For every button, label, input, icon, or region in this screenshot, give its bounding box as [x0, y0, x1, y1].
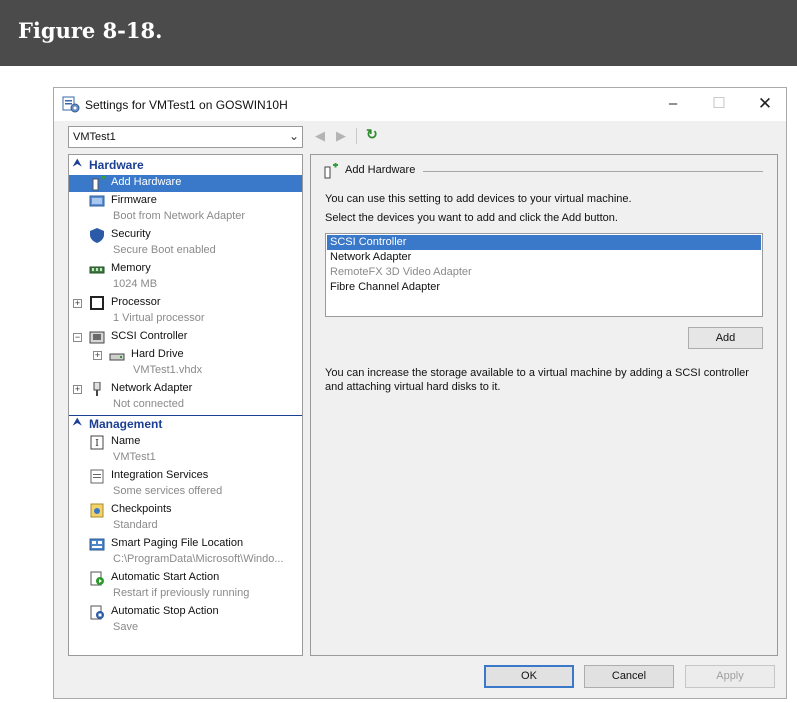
- panel-title-rule: [423, 171, 763, 172]
- tree-item-label: Integration Services: [111, 469, 209, 481]
- hardware-section-header[interactable]: ⮝ Hardware: [69, 157, 302, 174]
- tree-item-network-adapter[interactable]: + Network Adapter Not connected: [69, 381, 302, 414]
- tree-item-detail: 1024 MB: [113, 278, 158, 290]
- tree-item-processor[interactable]: + Processor 1 Virtual processor: [69, 295, 302, 328]
- tree-item-label: Hard Drive: [131, 348, 184, 360]
- auto-stop-icon: [90, 605, 104, 620]
- tree-item-detail: VMTest1.vhdx: [133, 364, 203, 376]
- panel-footnote-text: You can increase the storage available t…: [325, 367, 749, 393]
- add-hardware-icon: [324, 163, 338, 179]
- tree-item-detail: Restart if previously running: [113, 587, 250, 599]
- management-section-header[interactable]: ⮝ Management: [69, 416, 302, 433]
- tree-item-label: Processor: [111, 296, 161, 308]
- expand-icon[interactable]: +: [73, 385, 82, 394]
- tree-item-detail: VMTest1: [113, 451, 156, 463]
- auto-start-icon: [90, 571, 104, 586]
- add-hardware-panel: Add Hardware You can use this setting to…: [310, 154, 778, 656]
- collapse-caret-icon: ⮝: [73, 158, 82, 169]
- tree-item-label: Add Hardware: [111, 176, 182, 188]
- management-section-label: Management: [89, 417, 163, 431]
- tree-item-label: Firmware: [111, 194, 157, 206]
- tree-item-label: Smart Paging File Location: [111, 537, 244, 549]
- tree-item-label: Network Adapter: [111, 382, 193, 394]
- processor-icon: [90, 296, 104, 310]
- network-adapter-icon: [93, 382, 101, 396]
- tree-item-label: Security: [111, 228, 151, 240]
- device-option[interactable]: Fibre Channel Adapter: [327, 280, 761, 295]
- back-arrow-icon[interactable]: ◀: [315, 128, 325, 144]
- add-hardware-icon: [92, 176, 106, 191]
- device-option[interactable]: Network Adapter: [327, 250, 761, 265]
- tree-item-label: SCSI Controller: [111, 330, 188, 342]
- tree-item-detail: C:\ProgramData\Microsoft\Windo...: [113, 553, 284, 565]
- tree-item-detail: 1 Virtual processor: [113, 312, 205, 324]
- expand-icon[interactable]: +: [73, 299, 82, 308]
- tree-item-add-hardware[interactable]: Add Hardware: [69, 175, 302, 192]
- panel-instruction-text: Select the devices you want to add and c…: [325, 212, 618, 224]
- tree-item-firmware[interactable]: Firmware Boot from Network Adapter: [69, 193, 302, 226]
- tree-item-label: Automatic Stop Action: [111, 605, 219, 617]
- tree-item-detail: Not connected: [113, 398, 184, 410]
- maximize-button[interactable]: ☐: [696, 88, 742, 121]
- settings-tree: ⮝ Hardware Add Hardware Firmware Boot fr…: [68, 154, 303, 656]
- collapse-caret-icon: ⮝: [73, 417, 82, 428]
- vm-select-dropdown[interactable]: VMTest1 ⌄: [68, 126, 303, 148]
- minimize-button[interactable]: –: [650, 88, 696, 121]
- tree-item-label: Memory: [111, 262, 151, 274]
- smart-paging-icon: [89, 538, 105, 551]
- cancel-button[interactable]: Cancel: [584, 665, 674, 688]
- window-title: Settings for VMTest1 on GOSWIN10H: [85, 98, 288, 112]
- tree-item-detail: Standard: [113, 519, 158, 531]
- device-option[interactable]: SCSI Controller: [327, 235, 761, 250]
- memory-icon: [89, 266, 105, 274]
- tree-item-detail: Boot from Network Adapter: [113, 210, 246, 222]
- collapse-icon[interactable]: −: [73, 333, 82, 342]
- checkpoints-icon: [90, 503, 104, 518]
- tree-item-checkpoints[interactable]: Checkpoints Standard: [69, 502, 302, 535]
- figure-banner: Figure 8-18.: [0, 0, 797, 66]
- tree-item-automatic-start-action[interactable]: Automatic Start Action Restart if previo…: [69, 570, 302, 603]
- name-icon: I: [90, 435, 104, 450]
- tree-item-hard-drive[interactable]: + Hard Drive VMTest1.vhdx: [69, 347, 302, 380]
- integration-services-icon: [90, 469, 104, 484]
- tree-item-security[interactable]: Security Secure Boot enabled: [69, 227, 302, 260]
- forward-arrow-icon[interactable]: ▶: [336, 128, 346, 144]
- device-list[interactable]: SCSI Controller Network Adapter RemoteFX…: [325, 233, 763, 317]
- toolbar-separator: [356, 128, 357, 144]
- title-bar: Settings for VMTest1 on GOSWIN10H – ☐ ✕: [54, 88, 786, 121]
- tree-item-memory[interactable]: Memory 1024 MB: [69, 261, 302, 294]
- ok-button[interactable]: OK: [484, 665, 574, 688]
- tree-item-automatic-stop-action[interactable]: Automatic Stop Action Save: [69, 604, 302, 637]
- firmware-icon: [89, 195, 105, 207]
- svg-text:I: I: [95, 439, 99, 449]
- device-option[interactable]: RemoteFX 3D Video Adapter: [327, 265, 761, 280]
- scsi-controller-icon: [89, 331, 105, 344]
- tree-item-smart-paging[interactable]: Smart Paging File Location C:\ProgramDat…: [69, 536, 302, 569]
- hard-drive-icon: [109, 353, 125, 361]
- tree-item-label: Automatic Start Action: [111, 571, 220, 583]
- refresh-icon[interactable]: ↻: [366, 126, 378, 143]
- apply-button[interactable]: Apply: [685, 665, 775, 688]
- tree-item-detail: Secure Boot enabled: [113, 244, 216, 256]
- vm-select-value: VMTest1: [73, 131, 116, 143]
- close-button[interactable]: ✕: [742, 88, 788, 121]
- tree-item-name[interactable]: I Name VMTest1: [69, 434, 302, 467]
- settings-window: Settings for VMTest1 on GOSWIN10H – ☐ ✕ …: [53, 87, 787, 699]
- tree-item-detail: Some services offered: [113, 485, 223, 497]
- expand-icon[interactable]: +: [93, 351, 102, 360]
- shield-icon: [90, 228, 104, 243]
- panel-title: Add Hardware: [345, 164, 416, 176]
- hardware-section-label: Hardware: [89, 158, 144, 172]
- figure-title: Figure 8-18.: [18, 18, 163, 43]
- tree-item-detail: Save: [113, 621, 139, 633]
- tree-item-label: Name: [111, 435, 141, 447]
- add-button[interactable]: Add: [688, 327, 763, 349]
- tree-item-scsi-controller[interactable]: − SCSI Controller: [69, 329, 302, 346]
- panel-intro-text: You can use this setting to add devices …: [325, 193, 632, 205]
- tree-item-integration-services[interactable]: Integration Services Some services offer…: [69, 468, 302, 501]
- chevron-down-icon: ⌄: [288, 129, 299, 143]
- settings-app-icon: [62, 96, 80, 113]
- tree-item-label: Checkpoints: [111, 503, 172, 515]
